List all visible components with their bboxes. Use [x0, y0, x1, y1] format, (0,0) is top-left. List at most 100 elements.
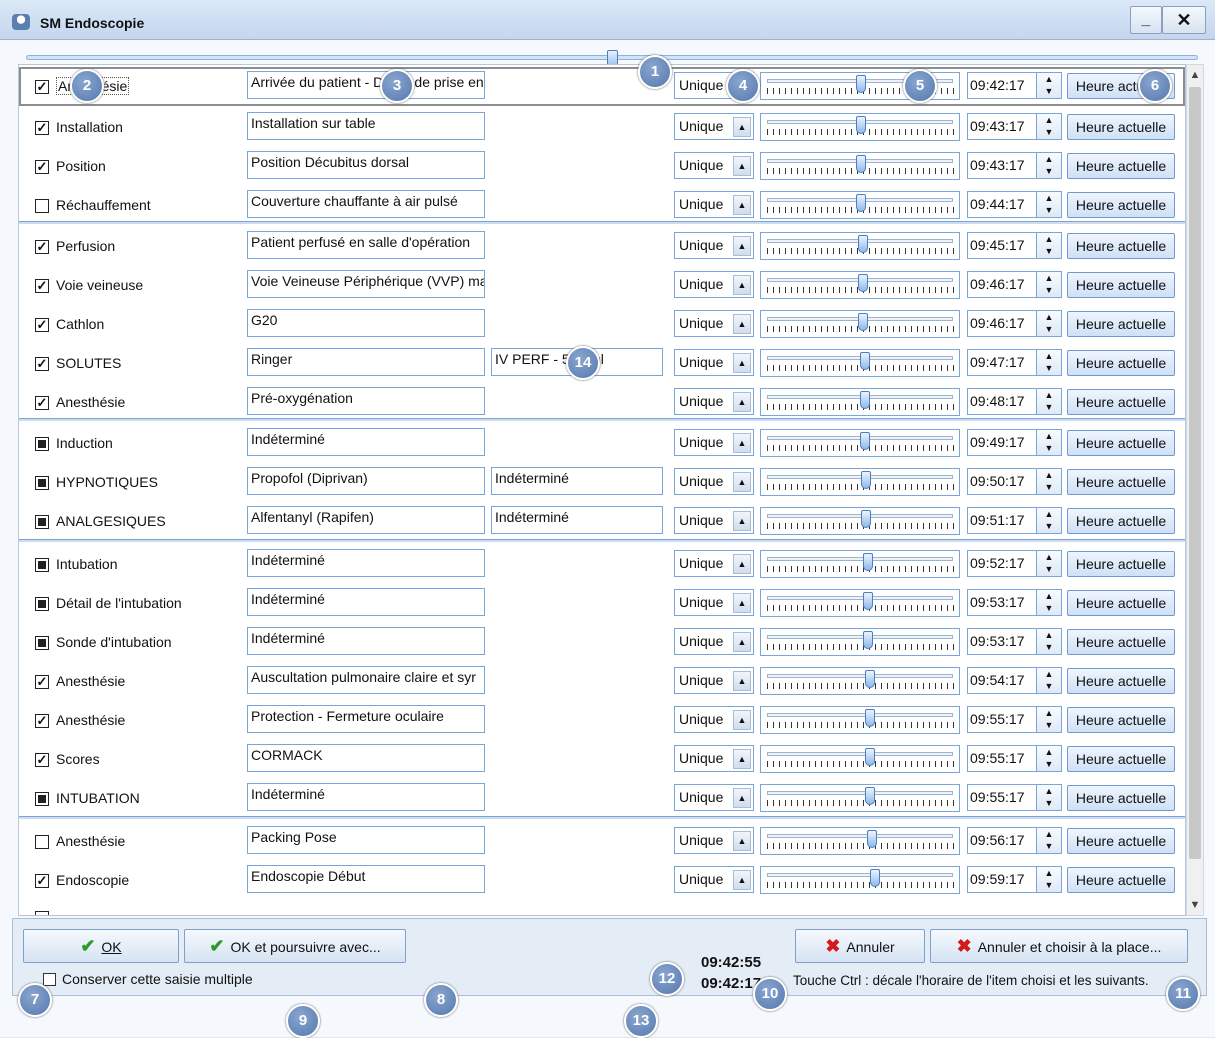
time-field[interactable]: 09:55:17 [967, 706, 1037, 733]
row-checkbox[interactable] [35, 597, 49, 611]
current-time-button[interactable]: Heure actuelle [1067, 707, 1175, 733]
combo-arrow-icon[interactable]: ▲ [733, 749, 751, 769]
value-field[interactable]: Ringer [247, 348, 485, 376]
ok-continue-button[interactable]: ✔ OK et poursuivre avec... [184, 929, 406, 963]
time-spinner[interactable]: ▲ ▼ [1036, 271, 1062, 298]
combo-arrow-icon[interactable]: ▲ [733, 314, 751, 334]
time-field[interactable]: 09:44:17 [967, 191, 1037, 218]
slider-thumb[interactable] [856, 116, 866, 134]
time-field[interactable]: 09:51:17 [967, 507, 1037, 534]
time-slider[interactable] [760, 310, 960, 338]
current-time-button[interactable]: Heure actuelle [1067, 746, 1175, 772]
row-checkbox[interactable] [35, 240, 49, 254]
slider-thumb[interactable] [859, 352, 870, 370]
slider-thumb[interactable] [857, 313, 868, 331]
minimize-button[interactable]: _ [1130, 6, 1162, 34]
mode-combo[interactable]: Unique ▲ [674, 866, 754, 893]
value-field[interactable]: Arrivée du patient - Début de prise en c… [247, 71, 485, 99]
row-checkbox[interactable] [35, 160, 49, 174]
time-slider[interactable] [760, 550, 960, 578]
time-spinner[interactable]: ▲ ▼ [1036, 388, 1062, 415]
time-spinner[interactable]: ▲ ▼ [1036, 232, 1062, 259]
time-slider[interactable] [760, 232, 960, 260]
value-field[interactable]: Installation sur table [247, 112, 485, 140]
time-spinner[interactable]: ▲ ▼ [1036, 349, 1062, 376]
time-field[interactable]: 09:46:17 [967, 271, 1037, 298]
row-checkbox[interactable] [35, 792, 49, 806]
current-time-button[interactable]: Heure actuelle [1067, 389, 1175, 415]
value-field[interactable]: Indéterminé [247, 549, 485, 577]
time-slider[interactable] [760, 271, 960, 299]
current-time-button[interactable]: Heure actuelle [1067, 508, 1175, 534]
value-field[interactable]: Protection - Fermeture oculaire [247, 705, 485, 733]
current-time-button[interactable]: Heure actuelle [1067, 867, 1175, 893]
slider-thumb[interactable] [864, 670, 875, 688]
current-time-button[interactable]: Heure actuelle [1067, 153, 1175, 179]
row-checkbox[interactable] [35, 714, 49, 728]
row-checkbox[interactable] [35, 515, 49, 529]
time-spinner[interactable]: ▲ ▼ [1036, 507, 1062, 534]
row-checkbox[interactable] [35, 121, 49, 135]
combo-arrow-icon[interactable]: ▲ [733, 831, 751, 851]
time-field[interactable]: 09:55:17 [967, 745, 1037, 772]
combo-arrow-icon[interactable]: ▲ [733, 554, 751, 574]
value-field[interactable]: Voie Veineuse Périphérique (VVP) ma [247, 270, 485, 298]
time-spinner[interactable]: ▲ ▼ [1036, 72, 1062, 99]
slider-thumb[interactable] [864, 787, 875, 805]
time-field[interactable]: 09:43:17 [967, 152, 1037, 179]
slider-thumb[interactable] [863, 592, 874, 610]
time-slider[interactable] [760, 468, 960, 496]
cancel-choose-button[interactable]: ✖ Annuler et choisir à la place... [930, 929, 1188, 963]
detail-field[interactable]: Indéterminé [491, 506, 663, 534]
mode-combo[interactable]: Unique ▲ [674, 388, 754, 415]
value-field[interactable]: Indéterminé [247, 627, 485, 655]
mode-combo[interactable]: Unique ▲ [674, 429, 754, 456]
row-checkbox[interactable] [35, 476, 49, 490]
current-time-button[interactable]: Heure actuelle [1067, 785, 1175, 811]
combo-arrow-icon[interactable]: ▲ [733, 392, 751, 412]
row-checkbox[interactable] [35, 357, 49, 371]
value-field[interactable]: Packing Pose [247, 826, 485, 854]
time-field[interactable]: 09:43:17 [967, 113, 1037, 140]
value-field[interactable]: Auscultation pulmonaire claire et syr [247, 666, 485, 694]
time-spinner[interactable]: ▲ ▼ [1036, 866, 1062, 893]
value-field[interactable]: G20 [247, 309, 485, 337]
value-field[interactable]: Indéterminé [247, 783, 485, 811]
time-spinner[interactable]: ▲ ▼ [1036, 667, 1062, 694]
mode-combo[interactable]: Unique ▲ [674, 468, 754, 495]
time-field[interactable]: 09:52:17 [967, 550, 1037, 577]
time-spinner[interactable]: ▲ ▼ [1036, 468, 1062, 495]
row-checkbox[interactable] [35, 80, 49, 94]
time-spinner[interactable]: ▲ ▼ [1036, 628, 1062, 655]
slider-thumb[interactable] [859, 391, 870, 409]
time-spinner[interactable]: ▲ ▼ [1036, 191, 1062, 218]
slider-thumb[interactable] [856, 194, 866, 212]
slider-thumb[interactable] [859, 432, 870, 450]
time-field[interactable]: 09:53:17 [967, 628, 1037, 655]
row-checkbox[interactable] [35, 753, 49, 767]
mode-combo[interactable]: Unique ▲ [674, 745, 754, 772]
slider-thumb[interactable] [857, 274, 868, 292]
value-field[interactable]: Indéterminé [247, 588, 485, 616]
time-field[interactable]: 09:48:17 [967, 388, 1037, 415]
combo-arrow-icon[interactable]: ▲ [733, 870, 751, 890]
current-time-button[interactable]: Heure actuelle [1067, 629, 1175, 655]
combo-arrow-icon[interactable]: ▲ [733, 236, 751, 256]
current-time-button[interactable]: Heure actuelle [1067, 311, 1175, 337]
time-field[interactable]: 09:53:17 [967, 589, 1037, 616]
mode-combo[interactable]: Unique ▲ [674, 827, 754, 854]
time-field[interactable]: 09:55:17 [967, 784, 1037, 811]
value-field[interactable]: CORMACK [247, 744, 485, 772]
row-checkbox[interactable] [35, 835, 49, 849]
slider-thumb[interactable] [870, 869, 881, 887]
current-time-button[interactable]: Heure actuelle [1067, 350, 1175, 376]
time-field[interactable]: 09:45:17 [967, 232, 1037, 259]
time-spinner[interactable]: ▲ ▼ [1036, 745, 1062, 772]
mode-combo[interactable]: Unique ▲ [674, 152, 754, 179]
combo-arrow-icon[interactable]: ▲ [733, 671, 751, 691]
mode-combo[interactable]: Unique ▲ [674, 349, 754, 376]
time-slider[interactable] [760, 589, 960, 617]
mode-combo[interactable]: Unique ▲ [674, 667, 754, 694]
current-time-button[interactable]: Heure actuelle [1067, 192, 1175, 218]
mode-combo[interactable]: Unique ▲ [674, 113, 754, 140]
